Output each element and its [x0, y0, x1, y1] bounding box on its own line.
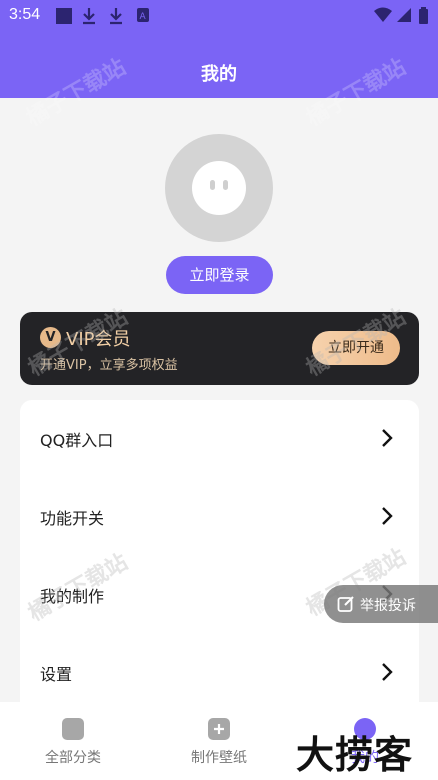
- signal-icon: [397, 8, 411, 22]
- app-notification-icon: [56, 8, 72, 24]
- chevron-right-icon: [382, 429, 393, 447]
- login-button[interactable]: 立即登录: [166, 256, 273, 294]
- tab-label: 制作壁纸: [191, 750, 247, 766]
- download-icon: [83, 8, 95, 25]
- image-icon: [62, 718, 84, 740]
- plus-icon: [214, 724, 224, 734]
- edit-icon: [337, 596, 354, 612]
- menu-item-settings[interactable]: 设置: [20, 634, 419, 712]
- avatar[interactable]: [165, 134, 273, 242]
- wifi-icon: [374, 7, 392, 22]
- chevron-right-icon: [382, 663, 393, 681]
- add-icon: [208, 718, 230, 740]
- report-label: 举报投诉: [360, 598, 416, 614]
- menu-item-label: QQ群入口: [40, 431, 114, 450]
- status-bar: 3:54 A: [0, 0, 438, 32]
- status-time: 3:54: [9, 6, 41, 23]
- tab-all-categories[interactable]: 全部分类: [0, 702, 146, 780]
- menu-item-qq-group[interactable]: QQ群入口: [20, 400, 419, 478]
- report-button[interactable]: 举报投诉: [324, 585, 438, 623]
- avatar-face-icon: [192, 161, 246, 215]
- site-logo-watermark: 大捞客: [296, 733, 414, 777]
- avatar-eye: [223, 180, 228, 190]
- chevron-right-icon: [382, 507, 393, 525]
- menu-item-label: 设置: [40, 665, 73, 684]
- avatar-eye: [210, 180, 215, 190]
- tab-make-wallpaper[interactable]: 制作壁纸: [146, 702, 292, 780]
- menu-item-feature-switch[interactable]: 功能开关: [20, 478, 419, 556]
- font-icon: A: [137, 8, 149, 22]
- download-icon: [110, 8, 122, 25]
- menu-item-label: 功能开关: [40, 509, 105, 528]
- svg-text:A: A: [140, 12, 147, 22]
- battery-icon: [419, 7, 428, 24]
- tab-label: 全部分类: [45, 750, 101, 766]
